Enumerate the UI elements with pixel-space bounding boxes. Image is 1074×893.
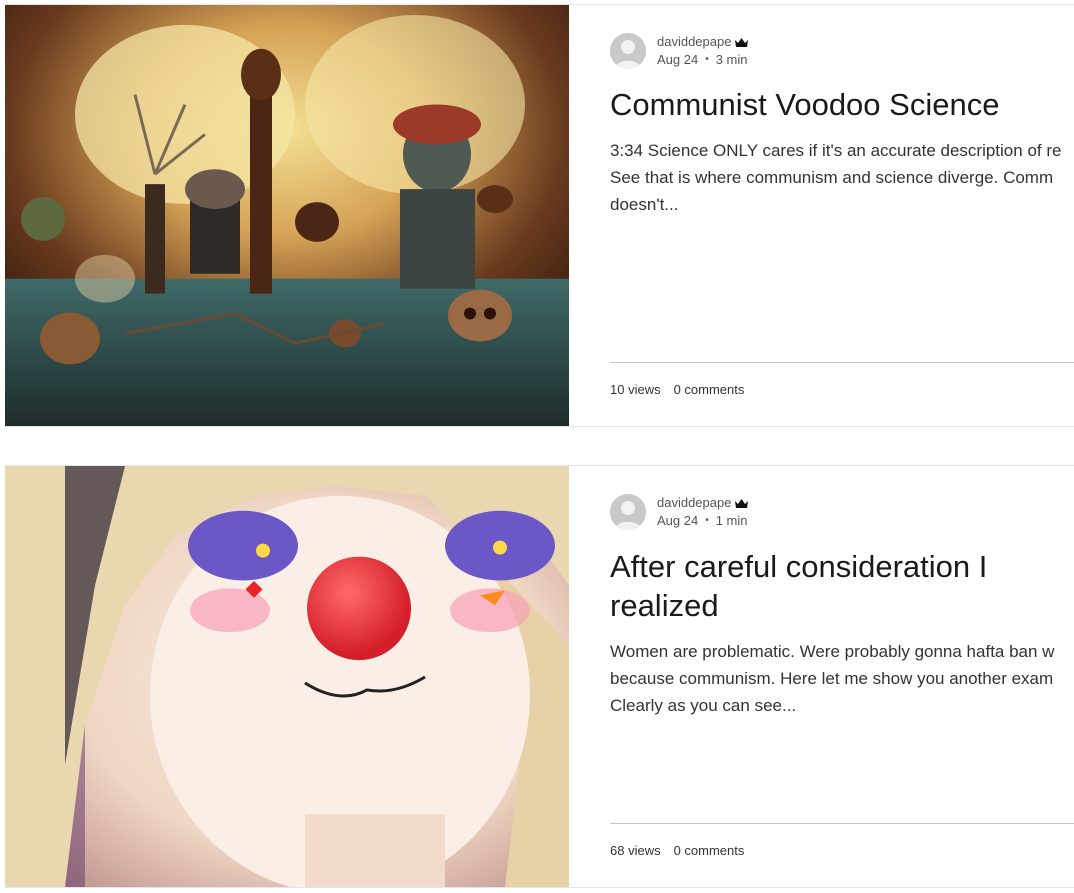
post-title[interactable]: Communist Voodoo Science xyxy=(610,85,1074,124)
post-meta: daviddepape Aug 24 • 1 min xyxy=(610,494,749,530)
post-stats: 10 views 0 comments xyxy=(610,382,744,397)
avatar[interactable] xyxy=(610,494,646,530)
stats-divider xyxy=(610,823,1074,824)
read-time: 3 min xyxy=(715,52,748,67)
excerpt-line: 3:34 Science ONLY cares if it's an accur… xyxy=(610,141,1062,160)
view-count: 10 views xyxy=(610,382,661,397)
author-name[interactable]: daviddepape xyxy=(657,494,731,512)
post-date: Aug 24 xyxy=(657,513,699,528)
post-excerpt[interactable]: Women are problematic. Were probably gon… xyxy=(610,638,1074,719)
post-body: daviddepape Aug 24 • 1 min After careful… xyxy=(569,466,1074,887)
excerpt-line: doesn't... xyxy=(610,195,679,214)
post-card[interactable]: daviddepape Aug 24 • 1 min After careful… xyxy=(5,465,1074,888)
excerpt-line: See that is where communism and science … xyxy=(610,168,1054,187)
post-cover-image[interactable] xyxy=(5,466,569,887)
blog-feed: daviddepape Aug 24 • 3 min Communist Voo… xyxy=(0,0,1074,893)
author-name[interactable]: daviddepape xyxy=(657,33,731,51)
anime-clown-girl-illustration xyxy=(5,466,569,887)
post-cover-image[interactable] xyxy=(5,5,569,426)
post-stats: 68 views 0 comments xyxy=(610,843,744,858)
post-card[interactable]: daviddepape Aug 24 • 3 min Communist Voo… xyxy=(5,4,1074,427)
post-body: daviddepape Aug 24 • 3 min Communist Voo… xyxy=(569,5,1074,426)
comment-count-link[interactable]: 0 comments xyxy=(674,843,745,858)
post-title[interactable]: After careful consideration I realized xyxy=(610,547,1040,625)
post-excerpt[interactable]: 3:34 Science ONLY cares if it's an accur… xyxy=(610,137,1074,218)
crown-icon xyxy=(735,498,749,508)
post-date: Aug 24 xyxy=(657,52,699,67)
comment-count-link[interactable]: 0 comments xyxy=(674,382,745,397)
excerpt-line: Clearly as you can see... xyxy=(610,696,797,715)
stats-divider xyxy=(610,362,1074,363)
read-time: 1 min xyxy=(715,513,748,528)
post-meta: daviddepape Aug 24 • 3 min xyxy=(610,33,749,69)
user-silhouette-icon xyxy=(610,494,646,530)
avatar[interactable] xyxy=(610,33,646,69)
separator-dot: • xyxy=(705,54,709,65)
voodoo-science-illustration xyxy=(5,5,569,426)
separator-dot: • xyxy=(705,515,709,526)
view-count: 68 views xyxy=(610,843,661,858)
crown-icon xyxy=(735,37,749,47)
user-silhouette-icon xyxy=(610,33,646,69)
excerpt-line: Women are problematic. Were probably gon… xyxy=(610,642,1055,661)
excerpt-line: because communism. Here let me show you … xyxy=(610,669,1054,688)
